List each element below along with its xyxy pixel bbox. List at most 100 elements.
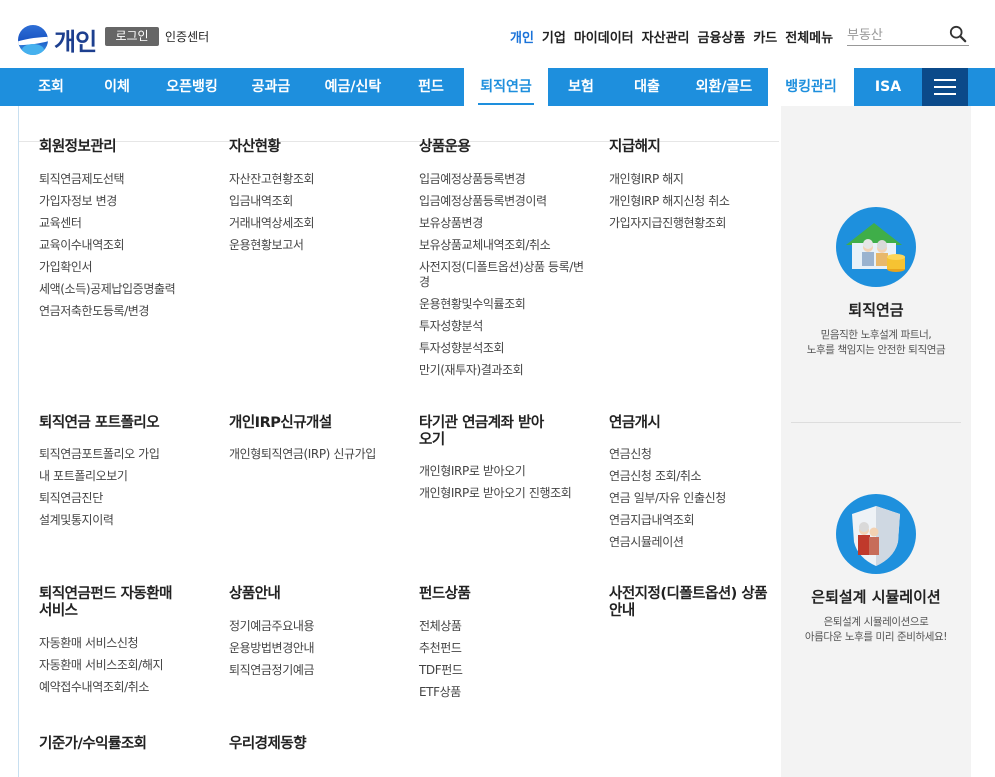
menu-list-annuity-start: 연금신청 연금신청 조회/취소 연금 일부/자유 인출신청 연금지급내역조회 연…: [609, 447, 726, 557]
bank-logo-icon: [18, 24, 48, 55]
menu-item[interactable]: TDF펀드: [419, 663, 463, 678]
mega-menu-panel: 회원정보관리 퇴직연금제도선택 가입자정보 변경 교육센터 교육이수내역조회 가…: [18, 106, 971, 777]
menu-item[interactable]: 가입자지급진행현황조회: [609, 216, 730, 231]
gnb-fund[interactable]: 펀드: [398, 68, 464, 106]
gnb-forex[interactable]: 외환/골드: [680, 68, 768, 106]
active-underline: [478, 103, 534, 105]
menu-item[interactable]: 퇴직연금진단: [39, 491, 159, 506]
topnav-products[interactable]: 금융상품: [698, 27, 746, 46]
menu-item[interactable]: 투자성향분석: [419, 319, 584, 334]
menu-item[interactable]: 정기예금주요내용: [229, 619, 315, 634]
topnav-card[interactable]: 카드: [753, 27, 777, 46]
menu-item[interactable]: 세액(소득)공제납입증명출력: [39, 282, 176, 297]
menu-title-assets[interactable]: 자산현황: [229, 139, 281, 156]
gnb-inquiry[interactable]: 조회: [18, 68, 84, 106]
menu-item[interactable]: 입금예정상품등록변경이력: [419, 194, 584, 209]
menu-title-product-guide[interactable]: 상품안내: [229, 586, 281, 603]
menu-item[interactable]: 교육센터: [39, 216, 175, 231]
gnb-utility[interactable]: 공과금: [234, 68, 308, 106]
menu-item[interactable]: 사전지정(디폴트옵션)상품 등록/변경: [419, 260, 584, 290]
topnav-personal[interactable]: 개인: [510, 27, 534, 46]
site-header: 개인 로그인 인증센터 개인 기업 마이데이터 자산관리 금융상품 카드 전체메…: [0, 0, 995, 68]
menu-list-product-guide: 정기예금주요내용 운용방법변경안내 퇴직연금정기예금: [229, 619, 315, 685]
menu-title-portfolio[interactable]: 퇴직연금 포트폴리오: [39, 415, 160, 432]
menu-item[interactable]: 연금시뮬레이션: [609, 535, 726, 550]
menu-title-auto-redeem[interactable]: 퇴직연금펀드 자동환매서비스: [39, 586, 174, 620]
gnb-banking-mgmt[interactable]: 뱅킹관리: [768, 68, 854, 106]
topnav-mydata[interactable]: 마이데이터: [574, 27, 634, 46]
login-button[interactable]: 로그인: [105, 27, 159, 46]
menu-title-nav-return[interactable]: 기준가/수익률조회: [39, 736, 147, 753]
menu-item[interactable]: 예약접수내역조회/취소: [39, 680, 163, 695]
menu-item[interactable]: 퇴직연금정기예금: [229, 663, 315, 678]
menu-item[interactable]: ETF상품: [419, 685, 463, 700]
gnb-transfer[interactable]: 이체: [84, 68, 150, 106]
menu-item[interactable]: 가입확인서: [39, 260, 175, 275]
menu-item[interactable]: 입금내역조회: [229, 194, 314, 209]
menu-item[interactable]: 자산잔고현황조회: [229, 172, 315, 187]
menu-list-portfolio: 퇴직연금포트폴리오 가입 내 포트폴리오보기 퇴직연금진단 설계및통지이력: [39, 447, 160, 535]
menu-item[interactable]: 보유상품변경: [419, 216, 584, 231]
promo-retirement-simulation[interactable]: 은퇴설계 시뮬레이션 은퇴설계 시뮬레이션으로 아름다운 노후를 미리 준비하세…: [781, 494, 971, 645]
menu-item[interactable]: 보유상품교체내역조회/취소: [419, 238, 584, 253]
menu-item[interactable]: 운용현황보고서: [229, 238, 314, 253]
menu-list-transfer-in: 개인형IRP로 받아오기 개인형IRP로 받아오기 진행조회: [419, 464, 584, 508]
menu-title-irp-new[interactable]: 개인IRP신규개설: [229, 415, 332, 432]
menu-item[interactable]: 개인형IRP 해지: [609, 172, 730, 187]
menu-item[interactable]: 운용방법변경안내: [229, 641, 315, 656]
menu-item[interactable]: 개인형IRP 해지신청 취소: [609, 194, 730, 209]
menu-title-product-ops[interactable]: 상품운용: [419, 139, 471, 156]
menu-item[interactable]: 추천펀드: [419, 641, 463, 656]
menu-item[interactable]: 퇴직연금제도선택: [39, 172, 175, 187]
search-icon[interactable]: [949, 25, 967, 43]
menu-item[interactable]: 내 포트폴리오보기: [39, 469, 159, 484]
menu-title-annuity-start[interactable]: 연금개시: [609, 415, 661, 432]
menu-title-payout[interactable]: 지급해지: [609, 139, 661, 156]
menu-list-irp-new: 개인형퇴직연금(IRP) 신규가입: [229, 447, 376, 469]
menu-item[interactable]: 연금 일부/자유 인출신청: [609, 491, 726, 506]
gnb-pension[interactable]: 퇴직연금: [464, 68, 548, 108]
topnav-allmenu[interactable]: 전체메뉴: [785, 27, 833, 46]
menu-item[interactable]: 설계및통지이력: [39, 513, 159, 528]
menu-item[interactable]: 입금예정상품등록변경: [419, 172, 584, 187]
menu-title-default-option[interactable]: 사전지정(디폴트옵션) 상품안내: [609, 586, 769, 620]
menu-item[interactable]: 개인형IRP로 받아오기 진행조회: [419, 486, 584, 501]
menu-title-economy-trend[interactable]: 우리경제동향: [229, 736, 307, 753]
menu-item[interactable]: 자동환매 서비스신청: [39, 636, 163, 651]
menu-item[interactable]: 가입자정보 변경: [39, 194, 175, 209]
menu-title-member-info[interactable]: 회원정보관리: [39, 139, 117, 156]
menu-item[interactable]: 연금저축한도등록/변경: [39, 304, 175, 319]
menu-item[interactable]: 개인형IRP로 받아오기: [419, 464, 584, 479]
menu-item[interactable]: 개인형퇴직연금(IRP) 신규가입: [229, 447, 376, 462]
menu-item[interactable]: 만기(재투자)결과조회: [419, 363, 584, 378]
gnb-loan[interactable]: 대출: [614, 68, 680, 106]
menu-item[interactable]: 운용현황및수익률조회: [419, 297, 584, 312]
cert-center-link[interactable]: 인증센터: [165, 28, 209, 45]
promo-desc-line: 은퇴설계 시뮬레이션으로: [823, 616, 929, 628]
promo-retirement-pension[interactable]: 퇴직연금 믿음직한 노후설계 파트너, 노후를 책임지는 안전한 퇴직연금: [781, 207, 971, 358]
menu-item[interactable]: 거래내역상세조회: [229, 216, 315, 231]
retirement-shield-icon: [836, 494, 916, 574]
menu-item[interactable]: 교육이수내역조회: [39, 238, 175, 253]
gnb-openbanking[interactable]: 오픈뱅킹: [150, 68, 234, 106]
menu-item[interactable]: 연금신청 조회/취소: [609, 469, 726, 484]
gnb-deposit[interactable]: 예금/신탁: [308, 68, 398, 106]
menu-title-fund-products[interactable]: 펀드상품: [419, 586, 471, 603]
logo[interactable]: 개인: [18, 22, 97, 57]
menu-item[interactable]: 연금신청: [609, 447, 726, 462]
menu-item[interactable]: 자동환매 서비스조회/해지: [39, 658, 164, 673]
gnb-isa[interactable]: ISA: [854, 68, 922, 106]
search-input[interactable]: [847, 25, 942, 46]
gnb-insurance[interactable]: 보험: [548, 68, 614, 106]
topnav-corporate[interactable]: 기업: [542, 27, 566, 46]
menu-item[interactable]: 퇴직연금포트폴리오 가입: [39, 447, 160, 462]
menu-title-transfer-in[interactable]: 타기관 연금계좌 받아오기: [419, 415, 554, 449]
hamburger-menu-icon[interactable]: [922, 68, 968, 106]
panel-divider: [19, 106, 779, 142]
menu-item[interactable]: 연금지급내역조회: [609, 513, 726, 528]
menu-list-payout: 개인형IRP 해지 개인형IRP 해지신청 취소 가입자지급진행현황조회: [609, 172, 730, 238]
promo-desc: 은퇴설계 시뮬레이션으로 아름다운 노후를 미리 준비하세요!: [781, 615, 971, 645]
menu-item[interactable]: 전체상품: [419, 619, 463, 634]
menu-item[interactable]: 투자성향분석조회: [419, 341, 584, 356]
topnav-asset[interactable]: 자산관리: [642, 27, 690, 46]
